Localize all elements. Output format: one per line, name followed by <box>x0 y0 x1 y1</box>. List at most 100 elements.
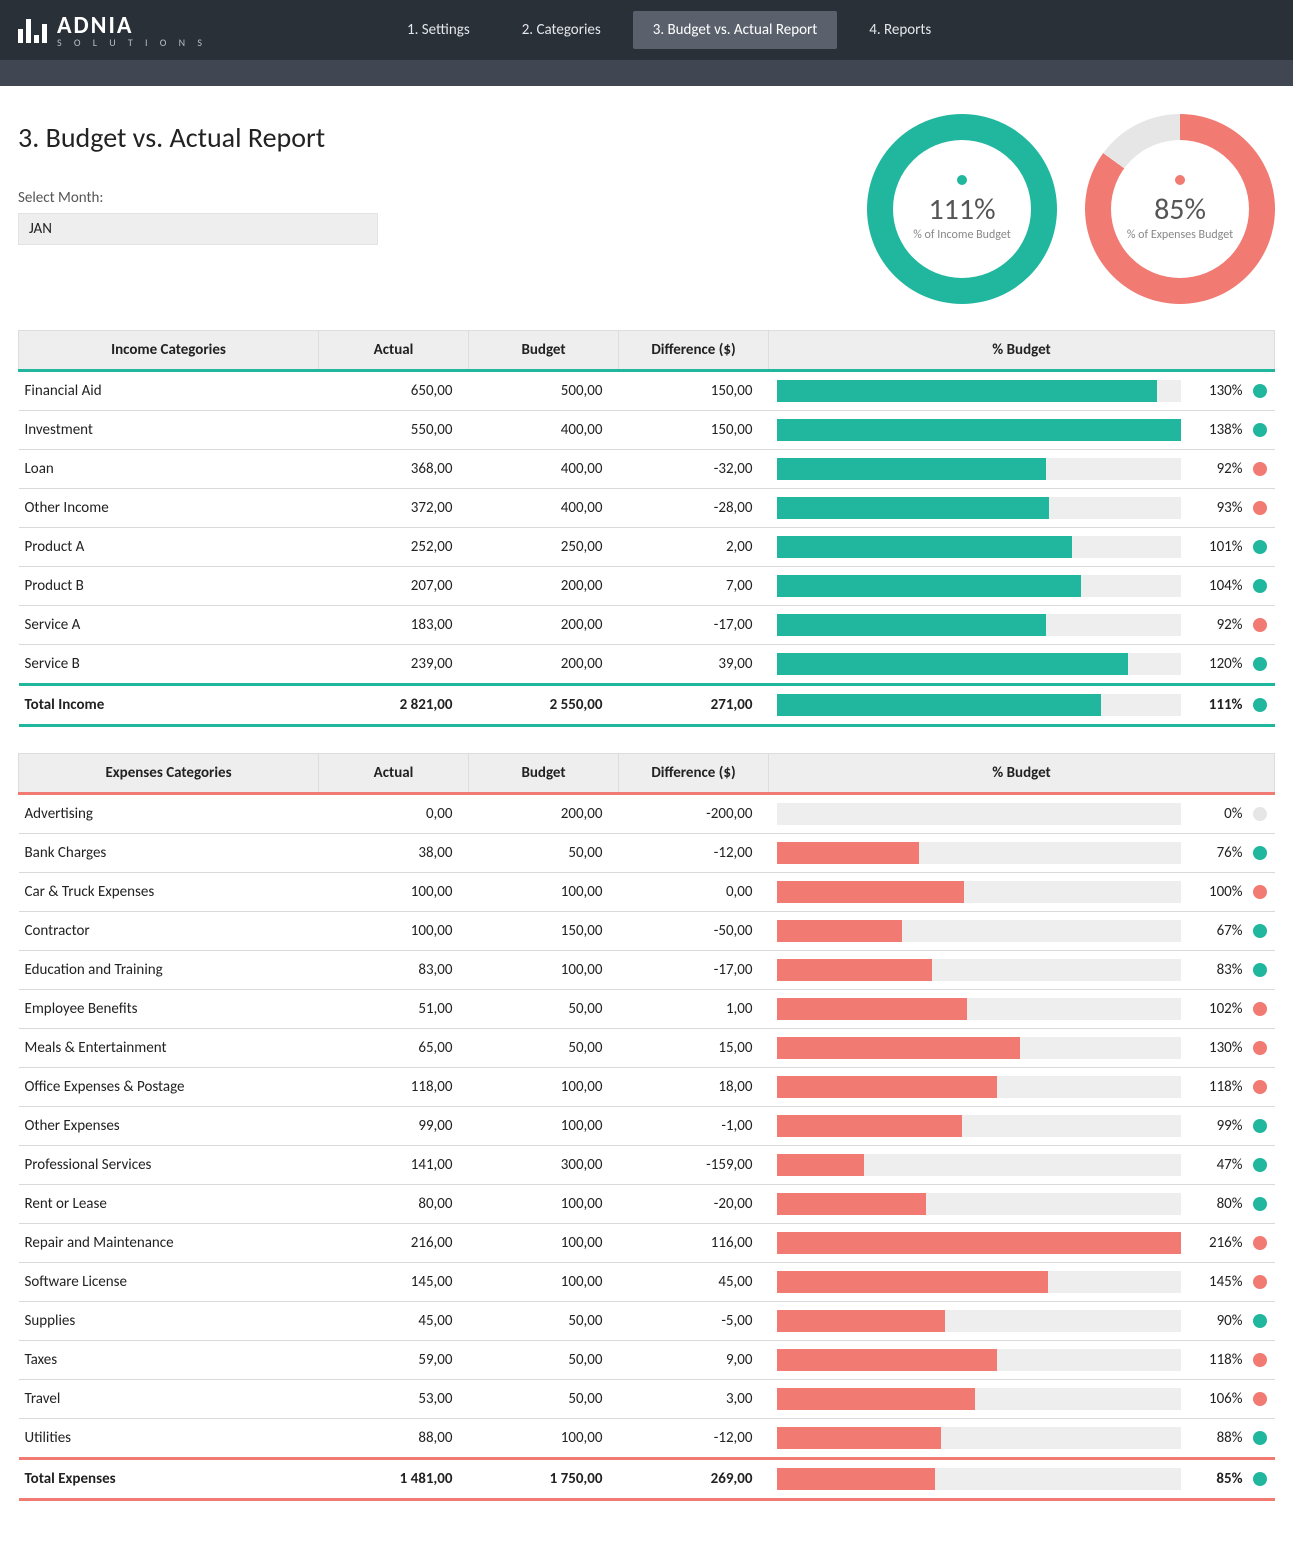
status-dot-icon <box>1253 1119 1267 1133</box>
cell-actual: 100,00 <box>319 873 469 912</box>
cell-pct-value: 111% <box>1191 696 1243 714</box>
cell-pct-budget: 90% <box>769 1302 1275 1341</box>
cell-budget: 500,00 <box>469 371 619 411</box>
table-row: Bank Charges38,0050,00-12,0076% <box>19 834 1275 873</box>
cell-actual: 51,00 <box>319 990 469 1029</box>
cell-actual: 650,00 <box>319 371 469 411</box>
cell-category: Rent or Lease <box>19 1185 319 1224</box>
cell-diff: -200,00 <box>619 794 769 834</box>
col-header: Actual <box>319 331 469 371</box>
cell-diff: -50,00 <box>619 912 769 951</box>
col-header: Difference ($) <box>619 754 769 794</box>
cell-diff: 3,00 <box>619 1380 769 1419</box>
nav-tab-3[interactable]: 4. Reports <box>849 11 951 49</box>
table-row: Service A183,00200,00-17,0092% <box>19 606 1275 645</box>
donut-pct: 111% <box>913 191 1011 228</box>
cell-diff: 7,00 <box>619 567 769 606</box>
bar-chart-icon <box>777 959 1181 981</box>
cell-pct-budget: 104% <box>769 567 1275 606</box>
cell-pct-value: 99% <box>1191 1117 1243 1135</box>
bar-chart-icon <box>777 881 1181 903</box>
cell-pct-value: 100% <box>1191 883 1243 901</box>
donut-dot-icon <box>957 175 967 185</box>
table-row: Other Expenses99,00100,00-1,0099% <box>19 1107 1275 1146</box>
cell-actual: 239,00 <box>319 645 469 685</box>
logo-bars-icon <box>18 17 47 43</box>
nav-tab-0[interactable]: 1. Settings <box>387 11 490 49</box>
cell-pct-budget: 216% <box>769 1224 1275 1263</box>
cell-actual: 216,00 <box>319 1224 469 1263</box>
cell-category: Total Income <box>19 685 319 726</box>
cell-actual: 118,00 <box>319 1068 469 1107</box>
cell-diff: 0,00 <box>619 873 769 912</box>
bar-chart-icon <box>777 419 1181 441</box>
status-dot-icon <box>1253 579 1267 593</box>
table-row: Utilities88,00100,00-12,0088% <box>19 1419 1275 1459</box>
cell-pct-budget: 118% <box>769 1068 1275 1107</box>
cell-pct-budget: 47% <box>769 1146 1275 1185</box>
cell-pct-budget: 102% <box>769 990 1275 1029</box>
bar-chart-icon <box>777 458 1181 480</box>
cell-pct-value: 102% <box>1191 1000 1243 1018</box>
cell-budget: 50,00 <box>469 1341 619 1380</box>
cell-actual: 100,00 <box>319 912 469 951</box>
cell-pct-budget: 130% <box>769 371 1275 411</box>
bar-chart-icon <box>777 803 1181 825</box>
cell-pct-value: 118% <box>1191 1351 1243 1369</box>
cell-actual: 59,00 <box>319 1341 469 1380</box>
cell-pct-value: 47% <box>1191 1156 1243 1174</box>
bar-chart-icon <box>777 536 1181 558</box>
col-header: Budget <box>469 331 619 371</box>
select-month-dropdown[interactable]: JAN <box>18 213 378 245</box>
status-dot-icon <box>1253 1041 1267 1055</box>
cell-category: Professional Services <box>19 1146 319 1185</box>
status-dot-icon <box>1253 963 1267 977</box>
table-row: Other Income372,00400,00-28,0093% <box>19 489 1275 528</box>
cell-diff: 18,00 <box>619 1068 769 1107</box>
status-dot-icon <box>1253 1353 1267 1367</box>
bar-chart-icon <box>777 1427 1181 1449</box>
cell-pct-budget: 83% <box>769 951 1275 990</box>
bar-chart-icon <box>777 842 1181 864</box>
cell-pct-value: 92% <box>1191 460 1243 478</box>
cell-category: Utilities <box>19 1419 319 1459</box>
main-nav: 1. Settings 2. Categories 3. Budget vs. Ac… <box>387 11 951 49</box>
cell-actual: 88,00 <box>319 1419 469 1459</box>
cell-pct-budget: 106% <box>769 1380 1275 1419</box>
cell-budget: 100,00 <box>469 873 619 912</box>
cell-budget: 400,00 <box>469 450 619 489</box>
cell-budget: 200,00 <box>469 645 619 685</box>
nav-tab-1[interactable]: 2. Categories <box>502 11 621 49</box>
cell-pct-value: 118% <box>1191 1078 1243 1096</box>
status-dot-icon <box>1253 846 1267 860</box>
cell-budget: 50,00 <box>469 1380 619 1419</box>
table-row: Supplies45,0050,00-5,0090% <box>19 1302 1275 1341</box>
cell-budget: 300,00 <box>469 1146 619 1185</box>
donut-charts: 111%% of Income Budget85%% of Expenses B… <box>867 114 1275 304</box>
topbar: ADNIA S O L U T I O N S 1. Settings2. Ca… <box>0 0 1293 60</box>
cell-diff: 116,00 <box>619 1224 769 1263</box>
cell-category: Education and Training <box>19 951 319 990</box>
bar-chart-icon <box>777 1115 1181 1137</box>
status-dot-icon <box>1253 540 1267 554</box>
cell-pct-budget: 67% <box>769 912 1275 951</box>
cell-diff: 271,00 <box>619 685 769 726</box>
cell-actual: 372,00 <box>319 489 469 528</box>
bar-chart-icon <box>777 1310 1181 1332</box>
cell-category: Service B <box>19 645 319 685</box>
nav-tab-2[interactable]: 3. Budget vs. Actual Report <box>633 11 838 49</box>
cell-pct-budget: 101% <box>769 528 1275 567</box>
cell-category: Product A <box>19 528 319 567</box>
col-header: Difference ($) <box>619 331 769 371</box>
select-month-label: Select Month: <box>18 189 378 207</box>
cell-actual: 252,00 <box>319 528 469 567</box>
status-dot-icon <box>1253 1158 1267 1172</box>
cell-budget: 100,00 <box>469 1419 619 1459</box>
cell-pct-value: 216% <box>1191 1234 1243 1252</box>
table-row: Service B239,00200,0039,00120% <box>19 645 1275 685</box>
donut-chart-0: 111%% of Income Budget <box>867 114 1057 304</box>
cell-pct-value: 67% <box>1191 922 1243 940</box>
cell-actual: 1 481,00 <box>319 1459 469 1500</box>
cell-budget: 400,00 <box>469 411 619 450</box>
cell-diff: 150,00 <box>619 411 769 450</box>
